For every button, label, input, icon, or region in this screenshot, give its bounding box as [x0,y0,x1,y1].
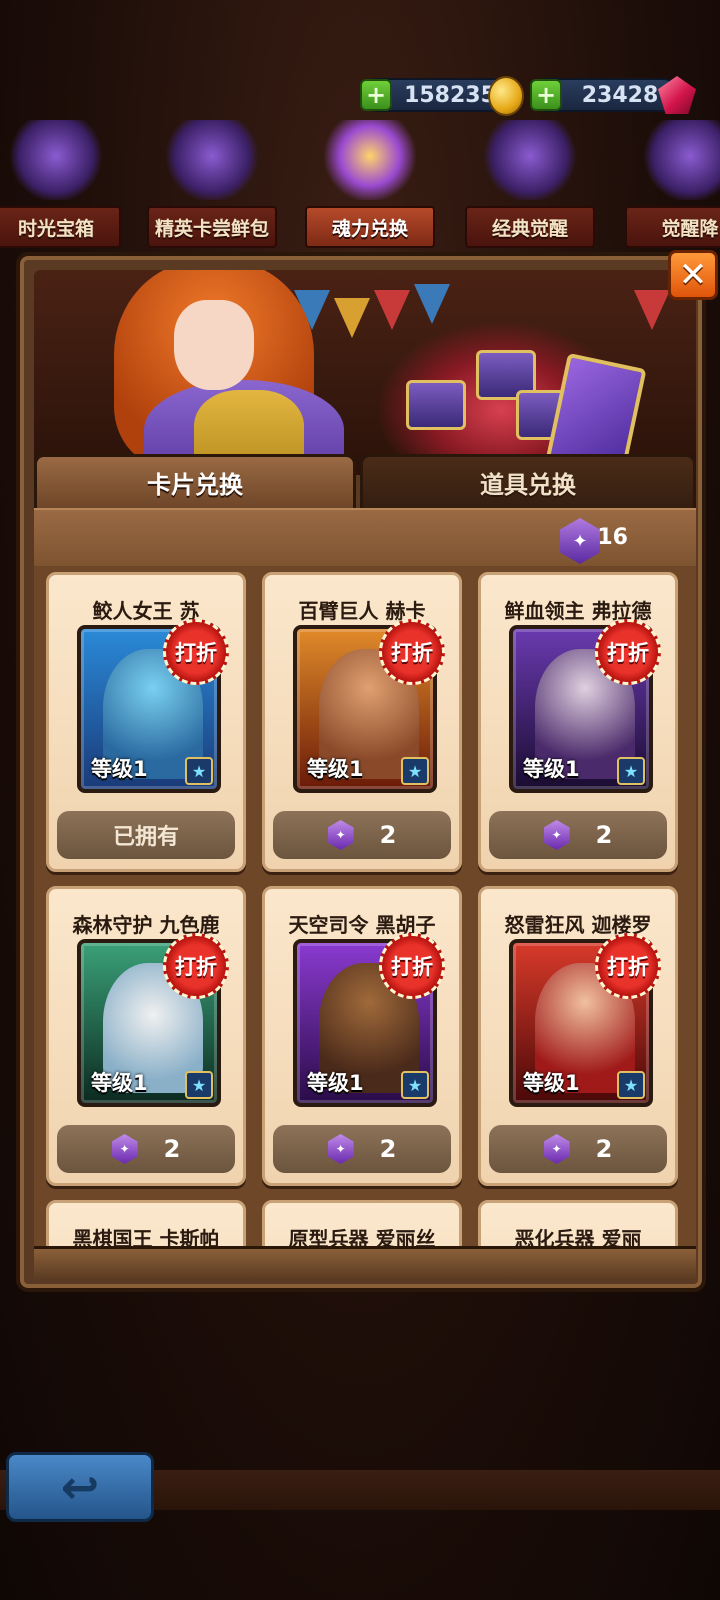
discount-badge: 打折 [163,933,229,999]
card-item[interactable]: 森林守护 九色鹿 等级1 ★ 打折 ✦ 2 [46,886,246,1186]
event-tab-elite-pack[interactable]: 精英卡尝鲜包 [146,98,278,248]
card-item[interactable]: 黑棋国王 卡斯帕 [46,1200,246,1246]
discount-badge: 打折 [379,619,445,685]
star-icon: ★ [185,757,213,785]
card-grid: 鲛人女王 苏 等级1 ★ 打折 已拥有 百臂巨人 赫卡 等级1 ★ 打折 ✦ 2 [34,566,696,1246]
card-name: 鲜血领主 弗拉德 [504,599,652,623]
event-tab-label: 觉醒降 [625,206,720,248]
event-tab-awaken-descend[interactable]: 觉醒降 [624,98,720,248]
discount-badge: 打折 [379,933,445,999]
card-name: 恶化兵器 爱丽 [514,1227,642,1246]
discount-badge: 打折 [163,619,229,685]
card-level: 等级1 [91,757,148,781]
soul-balance-bar: ✦ 16 [34,508,696,566]
panel-footer [34,1246,696,1280]
star-icon: ★ [185,1071,213,1099]
card-item[interactable]: 原型兵器 爱丽丝 [262,1200,462,1246]
event-tab-classic-awaken[interactable]: 经典觉醒 [464,98,596,248]
awaken-icon [640,120,720,200]
event-tab-label: 经典觉醒 [465,206,595,248]
card-item[interactable]: 恶化兵器 爱丽 [478,1200,678,1246]
card-pack-icon [162,120,262,200]
card-name: 怒雷狂风 迦楼罗 [504,913,652,937]
price: 2 [163,1135,181,1163]
soul-gem-icon: ✦ [560,518,600,564]
soul-gem-icon: ✦ [327,820,354,850]
card-item[interactable]: 鲛人女王 苏 等级1 ★ 打折 已拥有 [46,572,246,872]
card-level: 等级1 [523,757,580,781]
card-item[interactable]: 百臂巨人 赫卡 等级1 ★ 打折 ✦ 2 [262,572,462,872]
close-icon[interactable]: ✕ [668,250,718,300]
card-item[interactable]: 怒雷狂风 迦楼罗 等级1 ★ 打折 ✦ 2 [478,886,678,1186]
event-tab-label: 精英卡尝鲜包 [147,206,277,248]
exchange-panel: ✕ 卡片兑换 道具兑换 ✦ 16 鲛人女王 苏 等级1 ★ 打折 已拥有 百臂巨… [16,250,718,1292]
star-icon: ★ [401,757,429,785]
event-tab-time-chest[interactable]: 时光宝箱 [0,98,122,248]
card-name: 百臂巨人 赫卡 [298,599,426,623]
soul-balance: 16 [597,525,628,550]
dragon-icon [480,120,580,200]
price: 2 [595,821,613,849]
discount-badge: 打折 [595,619,661,685]
star-icon: ★ [617,1071,645,1099]
card-level: 等级1 [91,1071,148,1095]
soul-gem-icon: ✦ [111,1134,138,1164]
owned-button: 已拥有 [57,811,235,859]
price: 2 [379,821,397,849]
exchange-button[interactable]: ✦ 2 [273,1125,451,1173]
soul-gem-icon: ✦ [327,1134,354,1164]
price: 2 [595,1135,613,1163]
merchant-character [104,270,344,475]
star-icon: ★ [617,757,645,785]
price: 2 [379,1135,397,1163]
card-name: 鲛人女王 苏 [92,599,200,623]
discount-badge: 打折 [595,933,661,999]
soul-gem-icon: ✦ [543,820,570,850]
card-level: 等级1 [307,757,364,781]
star-icon: ★ [401,1071,429,1099]
treasure-chest-icon [320,120,420,200]
card-name: 森林守护 九色鹿 [72,913,220,937]
event-tab-label: 魂力兑换 [305,206,435,248]
exchange-button[interactable]: ✦ 2 [489,811,667,859]
tab-card-exchange[interactable]: 卡片兑换 [34,454,356,508]
exchange-button[interactable]: ✦ 2 [57,1125,235,1173]
card-level: 等级1 [307,1071,364,1095]
banner-art [34,270,696,475]
card-name: 黑棋国王 卡斯帕 [72,1227,220,1246]
back-arrow-icon[interactable]: ↩ [6,1452,154,1522]
card-name: 原型兵器 爱丽丝 [288,1227,436,1246]
exchange-button[interactable]: ✦ 2 [273,811,451,859]
time-chest-icon [6,120,106,200]
exchange-button[interactable]: ✦ 2 [489,1125,667,1173]
tab-item-exchange[interactable]: 道具兑换 [360,454,696,508]
card-item[interactable]: 天空司令 黑胡子 等级1 ★ 打折 ✦ 2 [262,886,462,1186]
chest-pile-icon [376,320,647,475]
card-level: 等级1 [523,1071,580,1095]
soul-gem-icon: ✦ [543,1134,570,1164]
card-name: 天空司令 黑胡子 [288,913,436,937]
event-tab-label: 时光宝箱 [0,206,121,248]
card-item[interactable]: 鲜血领主 弗拉德 等级1 ★ 打折 ✦ 2 [478,572,678,872]
event-tab-soul-exchange[interactable]: 魂力兑换 [304,98,436,248]
